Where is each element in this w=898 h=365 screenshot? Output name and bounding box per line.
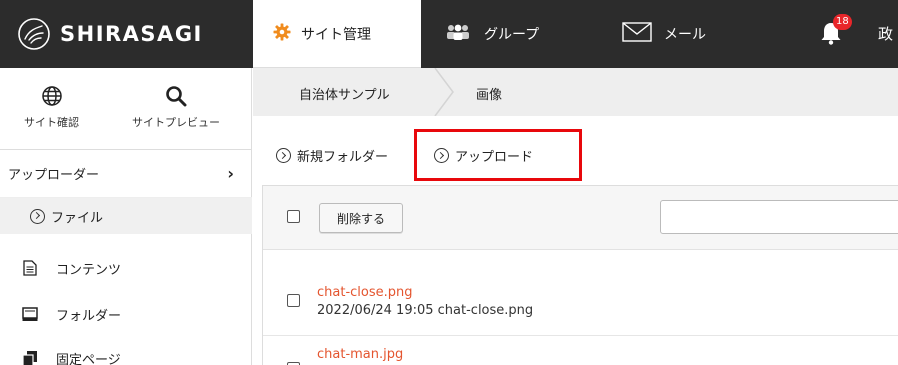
file-meta: 2022/06/24 19:05 chat-close.png	[317, 303, 534, 318]
sidebar-tools: サイト確認 サイトプレビュー	[0, 68, 252, 150]
nav-site-admin[interactable]: サイト管理	[253, 0, 421, 68]
breadcrumb-separator-icon	[433, 67, 457, 117]
nav-site-admin-label: サイト管理	[301, 26, 371, 43]
folder-icon	[22, 306, 38, 322]
sidebar-folder-label: フォルダー	[56, 308, 122, 324]
logo-text: SHIRASAGI	[60, 22, 203, 46]
file-name-link[interactable]: chat-man.jpg	[317, 347, 403, 362]
logo[interactable]: SHIRASAGI	[0, 0, 253, 68]
new-folder-label: 新規フォルダー	[297, 150, 389, 165]
notification-badge: 18	[833, 14, 852, 30]
chevron-right-icon: ›	[227, 164, 234, 183]
sidebar-item-folder[interactable]: フォルダー	[0, 294, 252, 334]
site-preview-button[interactable]: サイトプレビュー	[132, 82, 220, 130]
site-check-label: サイト確認	[24, 116, 79, 129]
sidebar-uploader-label: アップローダー	[8, 168, 100, 183]
select-all-checkbox[interactable]	[287, 210, 300, 223]
group-icon	[444, 23, 472, 45]
user-menu[interactable]: 政	[878, 23, 893, 44]
sidebar-item-pages[interactable]: 固定ページ	[0, 338, 252, 365]
list-header: 削除する	[263, 186, 898, 250]
site-preview-label: サイトプレビュー	[132, 116, 220, 129]
new-folder-link[interactable]: 新規フォルダー	[276, 146, 388, 165]
sidebar-item-uploader[interactable]: アップローダー ›	[0, 150, 252, 198]
sidebar-item-contents[interactable]: コンテンツ	[0, 248, 252, 288]
file-name-link[interactable]: chat-close.png	[317, 285, 413, 300]
sidebar: サイト確認 サイトプレビュー アップローダー › ファイル コンテンツ フォルダ…	[0, 68, 252, 365]
row-checkbox[interactable]	[287, 294, 300, 307]
circle-arrow-icon	[30, 208, 45, 224]
nav-group[interactable]: グループ	[444, 0, 539, 68]
sidebar-contents-label: コンテンツ	[56, 262, 122, 278]
document-icon	[22, 260, 38, 276]
top-bar: SHIRASAGI サイト管理 グループ メール 18 政	[0, 0, 898, 68]
table-row: chat-man.jpg	[263, 336, 898, 365]
nav-group-label: グループ	[484, 27, 540, 43]
heron-logo-icon	[14, 14, 54, 54]
search-input[interactable]	[660, 200, 898, 234]
table-row: chat-close.png 2022/06/24 19:05 chat-clo…	[263, 250, 898, 336]
breadcrumb-item-site[interactable]: 自治体サンプル	[299, 84, 390, 103]
upload-highlight-box	[414, 129, 582, 181]
breadcrumb-item-current[interactable]: 画像	[476, 84, 502, 103]
pages-icon	[22, 350, 38, 365]
sidebar-pages-label: 固定ページ	[56, 352, 121, 365]
search-icon	[132, 82, 220, 110]
circle-arrow-icon	[276, 148, 291, 163]
file-list-panel: 削除する chat-close.png 2022/06/24 19:05 cha…	[262, 185, 898, 365]
gear-icon	[273, 23, 291, 45]
nav-mail[interactable]: メール	[622, 0, 706, 68]
sidebar-item-file[interactable]: ファイル	[0, 198, 252, 234]
sidebar-file-label: ファイル	[51, 210, 104, 226]
globe-icon	[24, 82, 79, 110]
breadcrumb: 自治体サンプル 画像	[253, 67, 898, 117]
nav-mail-label: メール	[664, 27, 706, 43]
site-check-button[interactable]: サイト確認	[24, 82, 79, 130]
mail-icon	[622, 22, 652, 46]
delete-button[interactable]: 削除する	[319, 203, 403, 233]
